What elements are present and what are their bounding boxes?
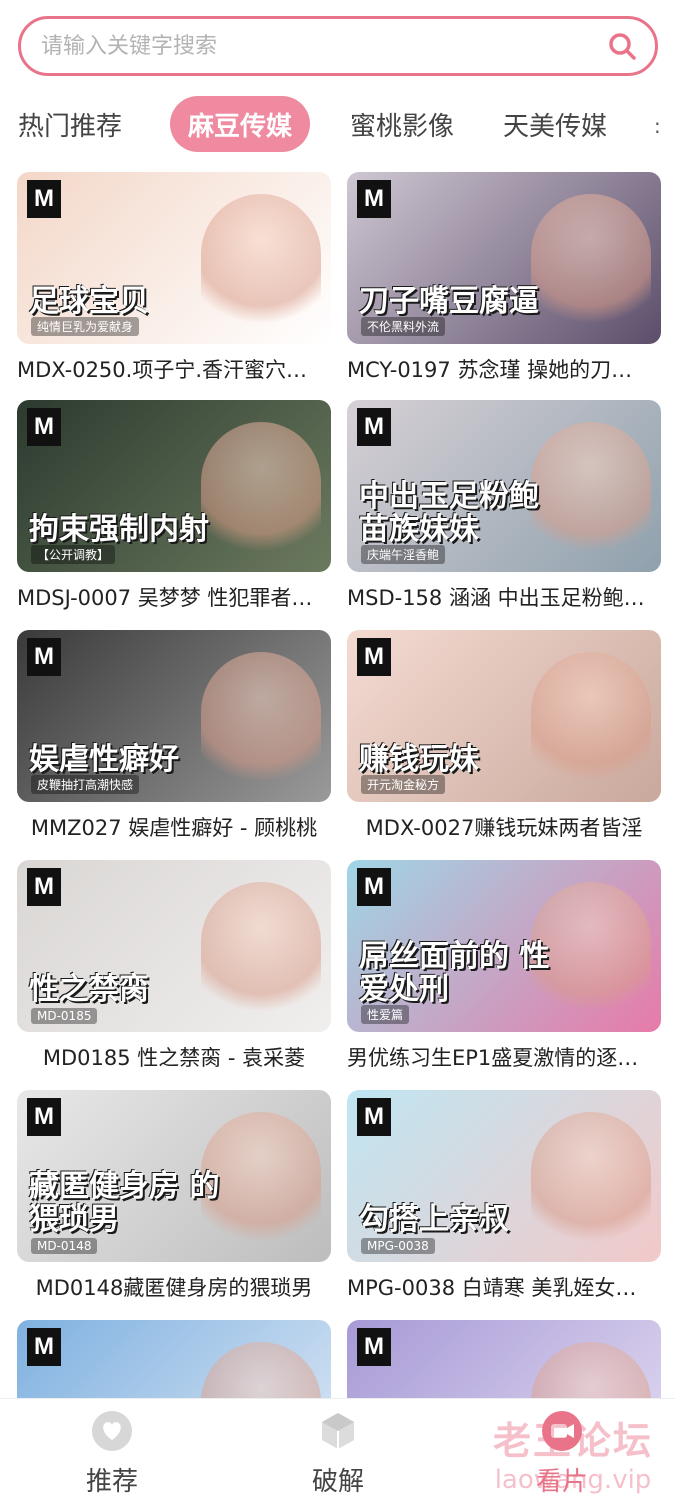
studio-logo-icon: M <box>357 408 391 446</box>
thumbnail-subtitle: 【公开调教】 <box>31 545 116 564</box>
thumbnail-title: 拘束强制内射 <box>29 512 209 547</box>
video-thumbnail[interactable]: M 勾搭上亲叔 MPG-0038 <box>347 1090 661 1262</box>
video-thumbnail[interactable]: MMCY-0225 <box>347 1320 661 1398</box>
video-title[interactable]: MD0148藏匿健身房的猥琐男 <box>17 1272 331 1302</box>
studio-logo-icon: M <box>357 180 391 218</box>
thumbnail-subtitle: 不伦黑料外流 <box>361 317 446 336</box>
thumbnail-subtitle: 开元淘金秘方 <box>361 775 446 794</box>
thumbnail-figure <box>201 652 321 802</box>
thumbnail-subtitle: MD-0185 <box>31 1008 98 1024</box>
thumbnail-figure <box>201 422 321 572</box>
nav-label-crack: 破解 <box>311 1467 364 1497</box>
video-thumbnail[interactable]: M 屌丝面前的 性爱处刑 性爱篇 <box>347 860 661 1032</box>
studio-logo-icon: M <box>27 1098 61 1136</box>
search-bar <box>18 16 658 76</box>
search-input[interactable] <box>41 33 605 59</box>
video-thumbnail[interactable]: M 娱虐性癖好 皮鞭抽打高潮快感 <box>17 630 331 802</box>
cube-icon <box>316 1409 360 1453</box>
thumbnail-subtitle: MPG-0038 <box>361 1238 435 1254</box>
thumbnail-title: 性之禁脔 <box>29 972 149 1007</box>
studio-logo-icon: M <box>27 638 61 676</box>
studio-logo-icon: M <box>27 408 61 446</box>
video-thumbnail[interactable]: M 刀子嘴豆腐逼 不伦黑料外流 <box>347 172 661 344</box>
tab-hot[interactable]: 热门推荐 <box>18 96 122 152</box>
nav-label-recommend: 推荐 <box>85 1467 138 1497</box>
studio-logo-icon: M <box>27 1328 61 1366</box>
video-title[interactable]: 男优练习生EP1盛夏激情的逐… <box>347 1042 661 1072</box>
bottom-nav: 推荐 破解 看片 <box>0 1398 675 1500</box>
nav-label-watch: 看片 <box>535 1467 588 1497</box>
thumbnail-title: 屌丝面前的 性爱处刑 <box>359 939 550 1007</box>
thumbnail-subtitle: MD-0148 <box>31 1238 98 1254</box>
video-icon <box>540 1409 584 1453</box>
video-title[interactable]: MMZ027 娱虐性癖好 - 顾桃桃 <box>17 812 331 842</box>
video-card[interactable]: M 娱虐性癖好 皮鞭抽打高潮快感 MMZ027 娱虐性癖好 - 顾桃桃 <box>17 630 331 845</box>
thumbnail-figure <box>201 1342 321 1398</box>
thumbnail-title: 足球宝贝 <box>29 284 149 319</box>
thumbnail-subtitle: 庆端午淫香鲍 <box>361 545 446 564</box>
video-thumbnail[interactable]: M 中出玉足粉鲍 苗族妹妹 庆端午淫香鲍 <box>347 400 661 572</box>
thumbnail-title: 娱虐性癖好 <box>29 742 179 777</box>
video-card[interactable]: M 勾搭上亲叔 MPG-0038 MPG-0038 白靖寒 美乳姪女… <box>347 1090 661 1305</box>
studio-logo-icon: M <box>357 638 391 676</box>
thumbnail-figure <box>201 882 321 1032</box>
tabs-overflow-indicator: : <box>654 114 661 138</box>
thumbnail-subtitle: 性爱篇 <box>361 1005 410 1024</box>
thumbnail-figure <box>201 194 321 344</box>
studio-logo-icon: M <box>357 1098 391 1136</box>
video-title[interactable]: MCY-0197 苏念瑾 操她的刀… <box>347 354 661 384</box>
video-card[interactable]: M 刀子嘴豆腐逼 不伦黑料外流 MCY-0197 苏念瑾 操她的刀… <box>347 172 661 387</box>
video-card[interactable]: M 足球宝贝 纯情巨乳为爱献身 MDX-0250.项子宁.香汗蜜穴… <box>17 172 331 387</box>
heart-icon <box>90 1409 134 1453</box>
video-grid: M 足球宝贝 纯情巨乳为爱献身 MDX-0250.项子宁.香汗蜜穴… M 刀子嘴豆腐逼 不伦… <box>0 172 675 1398</box>
video-title[interactable]: MSD-158 涵涵 中出玉足粉鲍… <box>347 582 661 612</box>
video-thumbnail[interactable]: M 性之禁脔 MD-0185 <box>17 860 331 1032</box>
nav-item-crack[interactable]: 破解 <box>268 1409 408 1497</box>
thumbnail-figure <box>531 1112 651 1262</box>
video-card[interactable]: MMCY-0218 <box>17 1320 331 1398</box>
thumbnail-subtitle: 纯情巨乳为爱献身 <box>31 317 140 336</box>
nav-item-recommend[interactable]: 推荐 <box>42 1409 182 1497</box>
tab-madou[interactable]: 麻豆传媒 <box>170 96 311 152</box>
studio-logo-icon: M <box>357 868 391 906</box>
video-card[interactable]: M 赚钱玩妹 开元淘金秘方 MDX-0027赚钱玩妹两者皆淫 <box>347 630 661 845</box>
video-title[interactable]: MDX-0027赚钱玩妹两者皆淫 <box>347 812 661 842</box>
nav-item-watch[interactable]: 看片 <box>492 1409 632 1497</box>
thumbnail-figure <box>531 1342 651 1398</box>
thumbnail-figure <box>531 194 651 344</box>
category-tabs: 热门推荐 麻豆传媒 蜜桃影像 天美传媒 : <box>0 96 675 156</box>
thumbnail-title: 中出玉足粉鲍 苗族妹妹 <box>359 479 539 547</box>
search-icon[interactable] <box>605 29 639 63</box>
video-card[interactable]: M 藏匿健身房 的猥琐男 MD-0148 MD0148藏匿健身房的猥琐男 <box>17 1090 331 1305</box>
studio-logo-icon: M <box>357 1328 391 1366</box>
video-card[interactable]: M 屌丝面前的 性爱处刑 性爱篇男优练习生EP1盛夏激情的逐… <box>347 860 661 1075</box>
tab-mitao[interactable]: 蜜桃影像 <box>350 96 454 152</box>
studio-logo-icon: M <box>27 180 61 218</box>
video-thumbnail[interactable]: M 赚钱玩妹 开元淘金秘方 <box>347 630 661 802</box>
thumbnail-title: 藏匿健身房 的猥琐男 <box>29 1169 220 1237</box>
video-thumbnail[interactable]: M 藏匿健身房 的猥琐男 MD-0148 <box>17 1090 331 1262</box>
video-card[interactable]: M 中出玉足粉鲍 苗族妹妹 庆端午淫香鲍 MSD-158 涵涵 中出玉足粉鲍… <box>347 400 661 615</box>
video-thumbnail[interactable]: MMCY-0218 <box>17 1320 331 1398</box>
thumbnail-title: 赚钱玩妹 <box>359 742 479 777</box>
video-card[interactable]: M 拘束强制内射 【公开调教】 MDSJ-0007 吴梦梦 性犯罪者… <box>17 400 331 615</box>
video-thumbnail[interactable]: M 足球宝贝 纯情巨乳为爱献身 <box>17 172 331 344</box>
video-card[interactable]: MMCY-0225 <box>347 1320 661 1398</box>
video-title[interactable]: MPG-0038 白靖寒 美乳姪女… <box>347 1272 661 1302</box>
video-thumbnail[interactable]: M 拘束强制内射 【公开调教】 <box>17 400 331 572</box>
tab-tianmei[interactable]: 天美传媒 <box>503 96 607 152</box>
video-title[interactable]: MDX-0250.项子宁.香汗蜜穴… <box>17 354 331 384</box>
video-card[interactable]: M 性之禁脔 MD-0185 MD0185 性之禁脔 - 袁采菱 <box>17 860 331 1075</box>
thumbnail-title: 刀子嘴豆腐逼 <box>359 284 539 319</box>
thumbnail-figure <box>531 652 651 802</box>
studio-logo-icon: M <box>27 868 61 906</box>
thumbnail-subtitle: 皮鞭抽打高潮快感 <box>31 775 140 794</box>
video-title[interactable]: MD0185 性之禁脔 - 袁采菱 <box>17 1042 331 1072</box>
video-title[interactable]: MDSJ-0007 吴梦梦 性犯罪者… <box>17 582 331 612</box>
thumbnail-title: 勾搭上亲叔 <box>359 1202 509 1237</box>
